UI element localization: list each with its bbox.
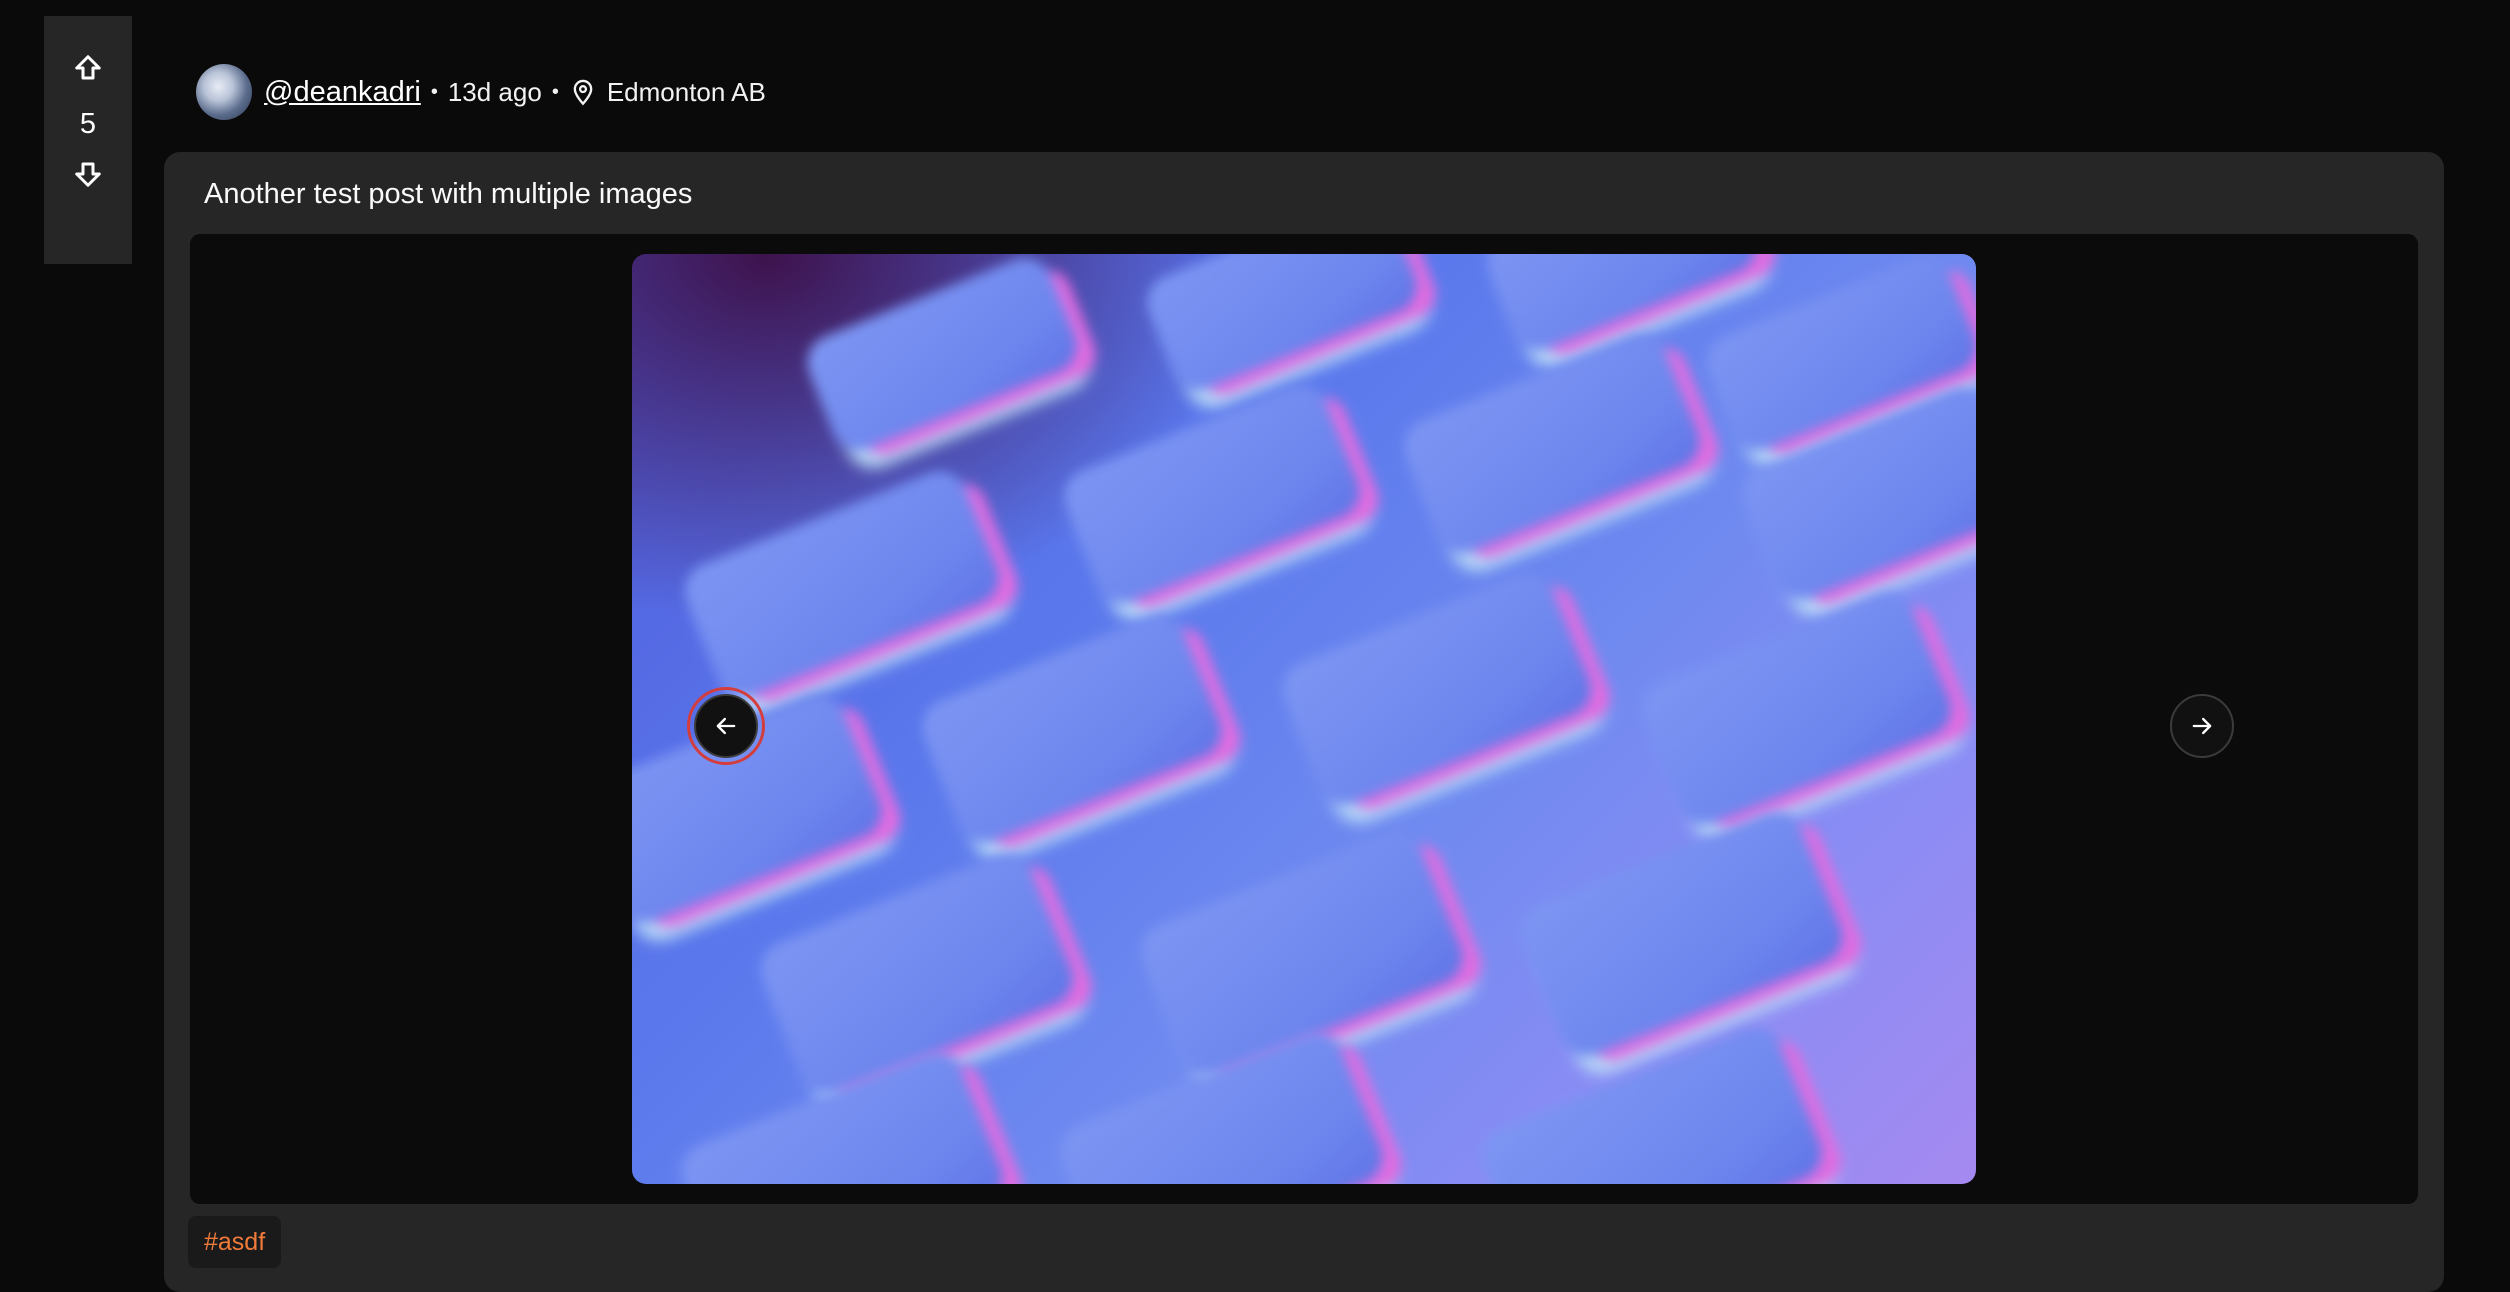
vote-count: 5 <box>79 108 97 140</box>
image-carousel <box>190 234 2418 1204</box>
location-pin-icon <box>569 78 597 106</box>
carousel-image[interactable] <box>632 254 1976 1184</box>
tag-chip[interactable]: #asdf <box>188 1216 282 1268</box>
avatar[interactable] <box>196 64 252 120</box>
arrow-right-icon <box>2192 717 2212 735</box>
arrow-down-icon <box>75 162 101 187</box>
vote-panel: 5 <box>44 16 132 264</box>
post-location: Edmonton AB <box>606 76 766 107</box>
post-card: Another test post with multiple images <box>164 152 2444 1292</box>
post-meta: @deankadri • 13d ago • Edmonton AB <box>196 64 766 120</box>
separator-dot: • <box>430 80 438 103</box>
carousel-prev-button[interactable] <box>687 687 765 765</box>
separator-dot: • <box>551 80 559 103</box>
downvote-button[interactable] <box>60 146 116 202</box>
author-link[interactable]: @deankadri <box>264 76 421 109</box>
post-time: 13d ago <box>447 76 542 107</box>
carousel-next-button[interactable] <box>2170 694 2234 758</box>
post-title: Another test post with multiple images <box>204 178 693 210</box>
upvote-button[interactable] <box>60 40 116 96</box>
arrow-left-icon <box>716 717 736 735</box>
arrow-up-icon <box>75 55 101 80</box>
